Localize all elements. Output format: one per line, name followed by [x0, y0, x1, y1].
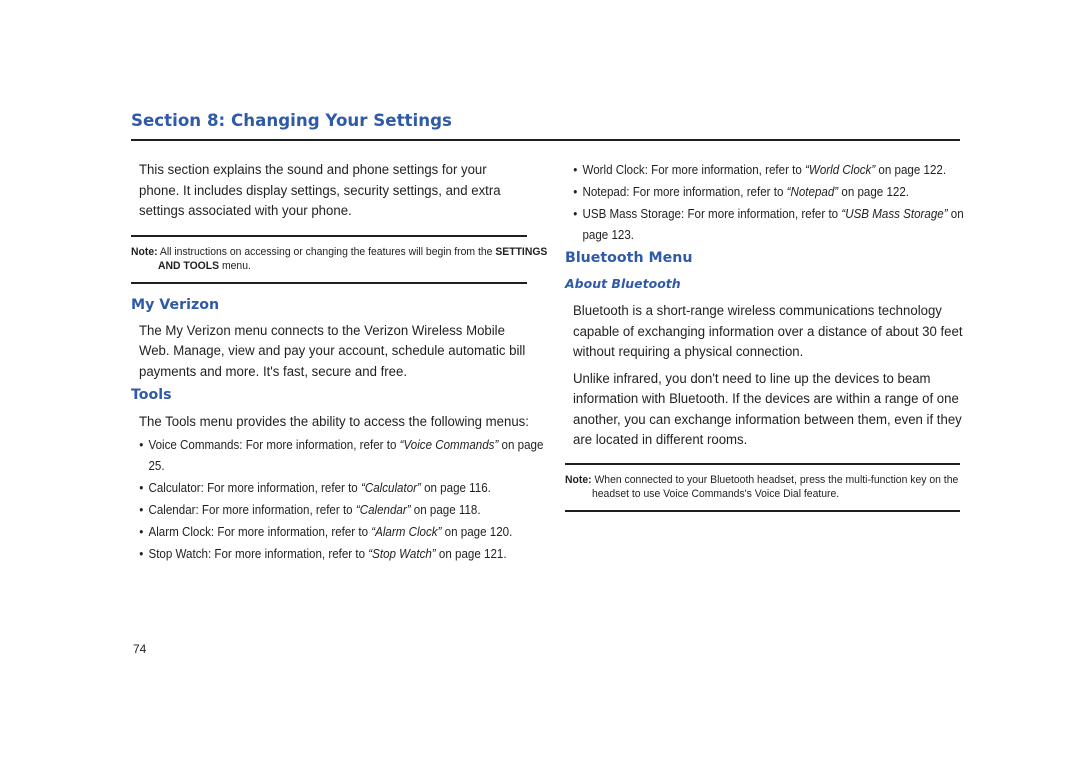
note-text-end: menu. — [219, 259, 251, 272]
tools-bullet-list: • Voice Commands: For more information, r… — [131, 435, 543, 565]
heading-my-verizon: My Verizon — [131, 296, 220, 313]
page-title: Section 8: Changing Your Settings — [131, 111, 452, 131]
note-label: Note: — [131, 245, 158, 258]
right-column: • World Clock: For more information, refe… — [565, 160, 964, 512]
note-label: Note: — [565, 473, 592, 486]
my-verizon-paragraph: The My Verizon menu connects to the Veri… — [139, 322, 526, 380]
list-item: • Notepad: For more information, refer to… — [573, 185, 910, 199]
page-number: 74 — [133, 642, 147, 656]
intro-paragraph: This section explains the sound and phon… — [139, 162, 501, 219]
heading-tools: Tools — [131, 387, 172, 403]
note-box-settings: Note: All instructions on accessing or c… — [131, 234, 547, 284]
cross-reference-link[interactable]: “USB Mass Storage” — [841, 207, 947, 221]
tools-paragraph: The Tools menu provides the ability to a… — [139, 414, 529, 430]
list-item: • Voice Commands: For more information, r… — [139, 437, 544, 473]
note-settings: Note: All instructions on accessing or c… — [131, 245, 549, 273]
note-text: When connected to your Bluetooth headset… — [591, 473, 959, 500]
cross-reference-link[interactable]: “Alarm Clock” — [371, 525, 441, 539]
list-item: • Calculator: For more information, refer… — [139, 480, 491, 495]
note-bluetooth: Note: When connected to your Bluetooth h… — [565, 473, 983, 501]
cross-reference-link[interactable]: “Notepad” — [787, 185, 839, 199]
tools-bullet-list-continued: • World Clock: For more information, refe… — [565, 160, 963, 246]
cross-reference-link[interactable]: “Voice Commands” — [400, 438, 499, 452]
bluetooth-paragraph-2: Unlike infrared, you don't need to line … — [573, 370, 962, 449]
list-item: • Stop Watch: For more information, refer… — [139, 546, 507, 561]
left-column: This section explains the sound and phon… — [131, 160, 547, 566]
list-item: • Alarm Clock: For more information, refe… — [139, 524, 513, 539]
note-box-bluetooth: Note: When connected to your Bluetooth h… — [565, 462, 960, 512]
list-item: • World Clock: For more information, refe… — [573, 163, 947, 177]
title-rule — [131, 139, 960, 141]
cross-reference-link[interactable]: “World Clock” — [805, 163, 875, 177]
bluetooth-paragraph-1: Bluetooth is a short-range wireless comm… — [573, 303, 963, 360]
heading-bluetooth-menu: Bluetooth Menu — [565, 250, 693, 266]
cross-reference-link[interactable]: “Calculator” — [361, 481, 421, 495]
cross-reference-link[interactable]: “Calendar” — [356, 503, 411, 517]
cross-reference-link[interactable]: “Stop Watch” — [368, 547, 435, 561]
list-item: • USB Mass Storage: For more information,… — [573, 207, 964, 242]
list-item: • Calendar: For more information, refer t… — [139, 502, 481, 517]
note-text: All instructions on accessing or changin… — [157, 245, 496, 258]
subheading-about-bluetooth: About Bluetooth — [565, 276, 681, 291]
